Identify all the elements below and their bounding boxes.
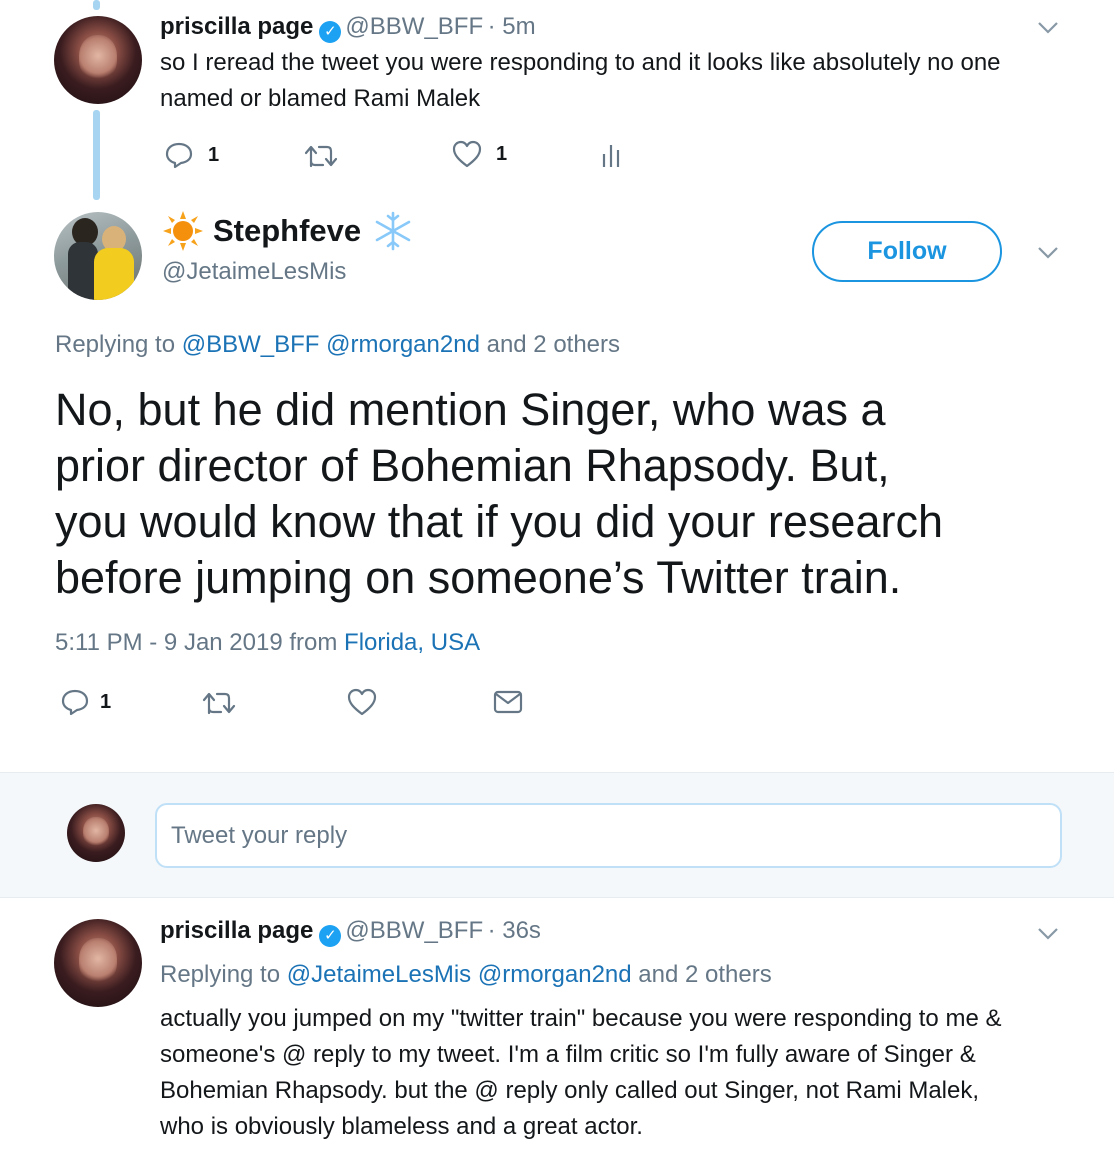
- direct-message-button[interactable]: [493, 689, 523, 715]
- user-name[interactable]: priscilla page: [160, 13, 313, 40]
- tweet-text-line: actually you jumped on my "twitter train…: [160, 1005, 1002, 1032]
- tweet-timestamp: 5:11 PM - 9 Jan 2019 from Florida, USA: [55, 629, 481, 656]
- tweet-text-line: who is obviously blameless and a great a…: [160, 1113, 643, 1140]
- tweet-text-line: so I reread the tweet you were respondin…: [160, 49, 1001, 76]
- tweet-text-line: named or blamed Rami Malek: [160, 85, 481, 112]
- message-icon: [493, 690, 523, 714]
- others-link[interactable]: and 2 others: [487, 331, 620, 358]
- tweet-header: Stephfeve: [162, 210, 413, 252]
- tweet-text: actually you jumped on my "twitter train…: [160, 1001, 1090, 1145]
- like-button[interactable]: 1: [452, 140, 507, 168]
- like-button[interactable]: [347, 688, 377, 716]
- tweet-text-line: someone's @ reply to my tweet. I'm a fil…: [160, 1041, 976, 1068]
- reply-icon: [165, 142, 193, 169]
- mention-link[interactable]: @rmorgan2nd: [326, 331, 480, 358]
- sun-icon: [163, 211, 203, 251]
- analytics-button[interactable]: [600, 142, 622, 168]
- chevron-down-icon[interactable]: [1036, 245, 1060, 261]
- user-name[interactable]: priscilla page: [160, 917, 313, 944]
- user-handle[interactable]: @BBW_BFF: [345, 917, 483, 944]
- tweet-time[interactable]: · 36s: [488, 917, 541, 944]
- user-handle[interactable]: @JetaimeLesMis: [162, 258, 346, 286]
- tweet-text-line: prior director of Bohemian Rhapsody. But…: [55, 440, 890, 491]
- thread-line: [93, 110, 100, 200]
- avatar[interactable]: [54, 16, 142, 104]
- tweet-header: priscilla page ✓ @BBW_BFF · 36s: [160, 917, 541, 947]
- tweet-text: so I reread the tweet you were respondin…: [160, 45, 1080, 117]
- avatar: [67, 804, 125, 862]
- chevron-down-icon[interactable]: [1036, 20, 1060, 36]
- like-count: 1: [496, 142, 508, 165]
- tweet-header: priscilla page ✓ @BBW_BFF · 5m: [160, 13, 536, 43]
- chevron-down-icon[interactable]: [1036, 926, 1060, 942]
- analytics-icon: [602, 145, 620, 167]
- avatar[interactable]: [54, 919, 142, 1007]
- replying-to: Replying to @JetaimeLesMis @rmorgan2nd a…: [160, 961, 772, 988]
- retweet-icon: [304, 145, 338, 168]
- location-link[interactable]: Florida, USA: [344, 629, 480, 656]
- snowflake-icon: [375, 211, 411, 251]
- verified-icon: ✓: [319, 925, 342, 947]
- mention-link[interactable]: @BBW_BFF: [182, 331, 320, 358]
- follow-button[interactable]: Follow: [812, 221, 1002, 282]
- reply-count: 1: [208, 143, 220, 166]
- tweet-time[interactable]: · 5m: [488, 13, 536, 40]
- retweet-button[interactable]: [303, 142, 339, 170]
- avatar[interactable]: [54, 212, 142, 300]
- like-icon: [347, 688, 377, 716]
- verified-icon: ✓: [319, 21, 342, 43]
- tweet-text-line: before jumping on someone’s Twitter trai…: [55, 552, 902, 603]
- reply-count: 1: [100, 690, 112, 713]
- retweet-button[interactable]: [201, 689, 237, 717]
- tweet-text: No, but he did mention Singer, who was a…: [55, 382, 943, 606]
- mention-link[interactable]: @rmorgan2nd: [478, 961, 632, 988]
- reply-icon: [61, 689, 89, 716]
- reply-button[interactable]: 1: [164, 140, 219, 170]
- reply-button[interactable]: 1: [60, 687, 111, 717]
- others-link[interactable]: and 2 others: [638, 961, 771, 988]
- user-handle[interactable]: @BBW_BFF: [345, 13, 483, 40]
- like-icon: [452, 140, 482, 168]
- tweet-text-line: No, but he did mention Singer, who was a: [55, 384, 886, 435]
- replying-to: Replying to @BBW_BFF @rmorgan2nd and 2 o…: [55, 331, 621, 358]
- thread-line-top: [93, 0, 100, 10]
- user-name[interactable]: Stephfeve: [213, 213, 361, 249]
- tweet-text-line: you would know that if you did your rese…: [55, 496, 943, 547]
- mention-link[interactable]: @JetaimeLesMis: [287, 961, 471, 988]
- tweet-text-line: Bohemian Rhapsody. but the @ reply only …: [160, 1077, 980, 1104]
- retweet-icon: [202, 692, 236, 715]
- reply-input[interactable]: Tweet your reply: [155, 803, 1062, 868]
